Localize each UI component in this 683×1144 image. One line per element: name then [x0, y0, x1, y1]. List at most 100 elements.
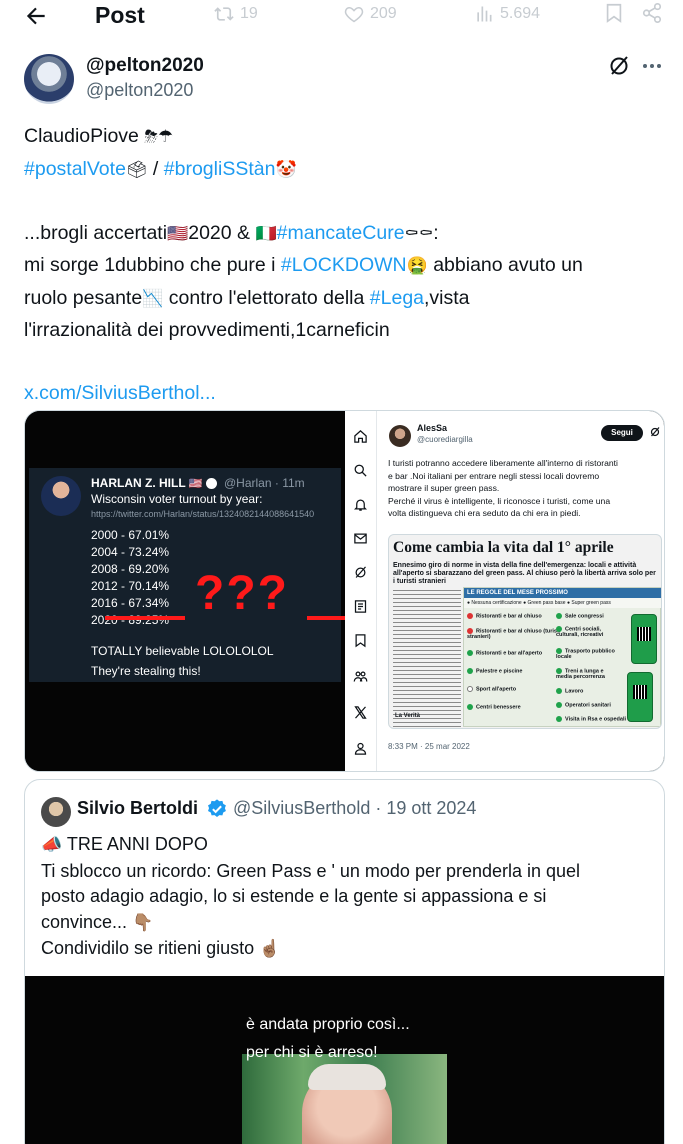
profile-icon: [354, 742, 367, 755]
hashtag-lockdown[interactable]: #LOCKDOWN: [281, 254, 407, 276]
tweet-line: 2020 &: [188, 221, 256, 244]
rule-item: Ristoranti e bar all'aperto: [467, 650, 542, 656]
share-icon[interactable]: [641, 2, 663, 24]
rules-table-title: LE REGOLE DEL MESE PROSSIMO: [464, 588, 661, 598]
quoted-author-handle: @SilviusBerthold · 19 ott 2024: [233, 798, 477, 818]
like-count[interactable]: 209: [344, 3, 397, 25]
video-caption: è andata proprio così...: [246, 1016, 410, 1033]
embedded-author-handle: @cuorediargilla: [417, 435, 473, 444]
x-logo-icon: [354, 706, 367, 719]
clipping-article-column: [393, 587, 461, 727]
author-handle[interactable]: @pelton2020: [86, 80, 193, 101]
la-verita-logo: La Verità: [395, 713, 421, 719]
quoted-tweet-text: 📣 TRE ANNI DOPO Ti sblocco un ricordo: G…: [41, 832, 651, 963]
bell-icon: [353, 499, 368, 511]
video-frame: [242, 1054, 447, 1144]
italy-flag-emoji: 🇮🇹: [255, 223, 277, 244]
alessa-avatar: [389, 425, 411, 447]
bookmark-icon[interactable]: [603, 2, 625, 24]
harlan-avatar: [41, 476, 81, 516]
tweet-line: :: [433, 221, 439, 244]
media-image-right[interactable]: AlesSa @cuorediargilla Segui I turisti p…: [377, 411, 664, 771]
repost-icon: [214, 7, 234, 21]
mail-icon: [354, 533, 367, 544]
lists-icon: [354, 600, 367, 613]
tweet-media[interactable]: HARLAN Z. HILL 🇺🇸 @Harlan · 11m Wisconsi…: [24, 410, 665, 772]
embedded-author-handle: @Harlan · 11m: [224, 476, 305, 490]
view-count-label: 5.694: [500, 5, 541, 22]
rule-item: Ristoranti e bar al chiuso (turisti stra…: [467, 628, 561, 641]
more-options-icon[interactable]: [640, 54, 664, 78]
media-image-left[interactable]: HARLAN Z. HILL 🇺🇸 @Harlan · 11m Wisconsi…: [25, 411, 345, 771]
embedded-tweet-text: I turisti potranno accedere liberamente …: [388, 458, 618, 518]
tweet-line: ClaudioPiove: [24, 125, 139, 147]
view-count[interactable]: 5.694: [474, 3, 540, 25]
tweet-url-link[interactable]: x.com/SilviusBerthol...: [24, 378, 664, 410]
back-arrow-icon[interactable]: [22, 3, 50, 29]
quoted-author-avatar: [41, 797, 71, 827]
chart-down-emoji: 📉: [142, 288, 164, 309]
rule-item: Treni a lunga e media percorrenza: [556, 668, 605, 681]
embedded-footer-text: They're stealing this!: [91, 664, 201, 678]
clipping-subhead: Ennesimo giro di norme in vista della fi…: [393, 562, 656, 585]
bookmark-icon: [355, 634, 366, 648]
turnout-row: 2008 - 69.20%: [91, 562, 170, 576]
embedded-tweet-screenshot: HARLAN Z. HILL 🇺🇸 @Harlan · 11m Wisconsi…: [29, 468, 341, 682]
embedded-author-name: AlesSa: [417, 423, 448, 433]
red-underline: [307, 616, 345, 620]
tweet-line: ruolo pesante: [24, 286, 143, 309]
turnout-row: 2004 - 73.24%: [91, 545, 170, 559]
ballot-box-emoji: 🗳: [125, 159, 148, 180]
rule-item: Sport all'aperto: [467, 686, 516, 692]
tweet-line: abbiano avuto un: [427, 254, 583, 276]
vomit-emoji: 🤮: [406, 256, 428, 276]
rule-item: Sale congressi: [556, 613, 604, 619]
point-up-emoji: ☝🏽: [259, 939, 281, 959]
embedded-url: https://twitter.com/Harlan/status/132408…: [91, 509, 315, 519]
grok-icon: [650, 427, 660, 437]
point-down-emoji: 👇🏽: [132, 912, 154, 933]
search-icon: [354, 464, 367, 477]
views-chart-icon: [477, 6, 492, 22]
rule-item: Operatori sanitari: [556, 702, 611, 708]
storm-umbrella-emoji: ⛈☂: [144, 127, 174, 147]
embedded-subtitle: Wisconsin voter turnout by year:: [91, 492, 263, 506]
home-icon: [354, 430, 367, 443]
rule-item: Ristoranti e bar al chiuso: [467, 613, 542, 619]
rule-item: Lavoro: [556, 688, 583, 694]
embedded-follow-button: Segui: [601, 425, 643, 441]
tweet-line: l'irrazionalità dei provvedimenti,1carne…: [24, 319, 390, 341]
quoted-author-name: Silvio Bertoldi: [77, 798, 199, 818]
turnout-row: 2016 - 67.34%: [91, 596, 170, 610]
us-flag-emoji: 🇺🇸: [167, 223, 189, 244]
quoted-line: Condividilo se ritieni giusto: [41, 938, 255, 958]
separator: /: [147, 157, 164, 180]
rule-item: Visita in Rsa e ospedali: [556, 716, 626, 722]
repost-count-label: 19: [240, 5, 258, 22]
repost-count[interactable]: 19: [214, 3, 258, 25]
hashtag-lega[interactable]: #Lega: [370, 287, 424, 309]
clipping-headline: Come cambia la vita dal 1° aprile: [393, 539, 614, 556]
tweet-line: mi sorge 1dubbino che pure i: [24, 254, 281, 276]
quoted-video[interactable]: è andata proprio così... per chi si è ar…: [25, 976, 664, 1144]
rules-table: LE REGOLE DEL MESE PROSSIMO ● Nessuna ce…: [463, 587, 661, 727]
hashtag-postalvote[interactable]: #postalVote: [24, 158, 126, 180]
quoted-line: TRE ANNI DOPO: [62, 834, 208, 854]
rule-item: Centri benessere: [467, 704, 521, 710]
rule-item: Palestre e piscine: [467, 668, 522, 674]
quoted-line: convince...: [41, 911, 128, 932]
quoted-tweet[interactable]: Silvio Bertoldi @SilviusBerthold · 19 ot…: [24, 779, 665, 1144]
author-name[interactable]: @pelton2020: [86, 55, 204, 77]
green-pass-phone: [627, 672, 653, 722]
coffin-emoji: ⚰⚰: [404, 223, 434, 244]
rule-item: Centri sociali, culturali, ricreativi: [556, 626, 604, 639]
x-sidebar-rail: [345, 411, 377, 771]
grok-icon: [355, 566, 366, 578]
grok-icon[interactable]: [607, 54, 631, 78]
hashtag-mancatecure[interactable]: #mancateCure: [277, 222, 405, 244]
author-avatar[interactable]: [24, 54, 74, 104]
rule-item: Trasporto pubblico locale: [556, 648, 615, 661]
hashtag-brogli[interactable]: #brogliSStàn: [164, 158, 276, 180]
newspaper-clipping: Come cambia la vita dal 1° aprile Ennesi…: [388, 534, 662, 729]
rules-table-legend: ● Nessuna certificazione ● Green pass ba…: [464, 598, 661, 608]
